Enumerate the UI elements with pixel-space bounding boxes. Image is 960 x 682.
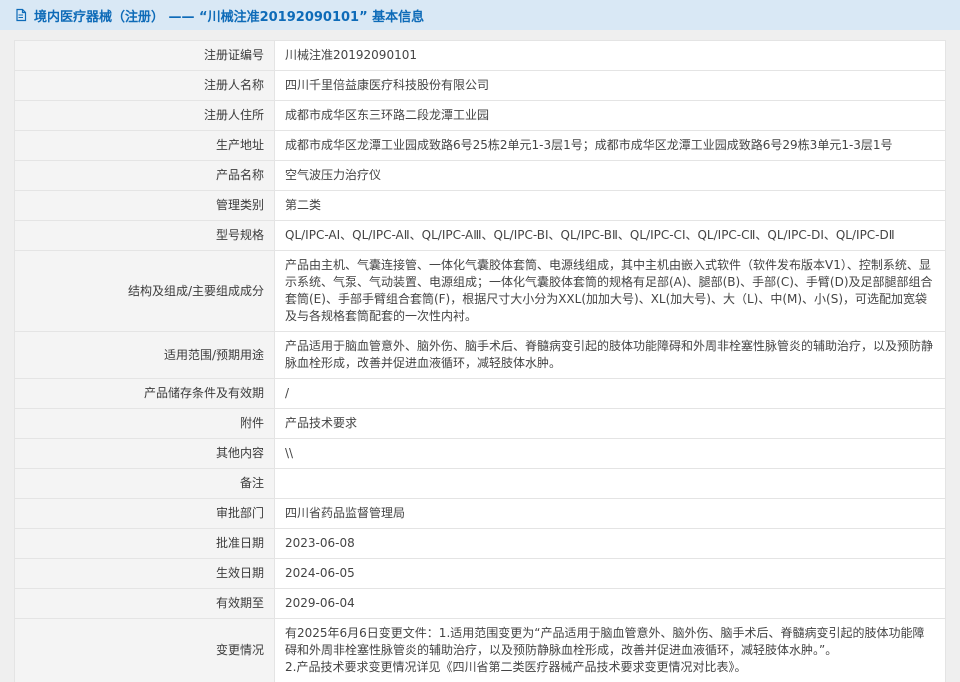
row-value: 成都市成华区龙潭工业园成致路6号25栋2单元1-3层1号；成都市成华区龙潭工业园… xyxy=(275,131,946,161)
row-label: 注册人住所 xyxy=(15,101,275,131)
row-value: QL/IPC-AⅠ、QL/IPC-AⅡ、QL/IPC-AⅢ、QL/IPC-BⅠ、… xyxy=(275,221,946,251)
table-row: 注册证编号川械注准20192090101 xyxy=(15,41,946,71)
row-value: 2024-06-05 xyxy=(275,559,946,589)
table-row: 备注 xyxy=(15,469,946,499)
row-label: 结构及组成/主要组成成分 xyxy=(15,251,275,332)
table-row: 管理类别第二类 xyxy=(15,191,946,221)
table-row: 审批部门四川省药品监督管理局 xyxy=(15,499,946,529)
row-label: 审批部门 xyxy=(15,499,275,529)
page-title: 境内医疗器械（注册） —— “川械注准20192090101” 基本信息 xyxy=(34,6,424,25)
row-value: 产品技术要求 xyxy=(275,409,946,439)
table-row: 产品储存条件及有效期/ xyxy=(15,379,946,409)
row-label: 管理类别 xyxy=(15,191,275,221)
row-label: 备注 xyxy=(15,469,275,499)
row-label: 批准日期 xyxy=(15,529,275,559)
table-row: 有效期至2029-06-04 xyxy=(15,589,946,619)
registration-info-table: 注册证编号川械注准20192090101注册人名称四川千里倍益康医疗科技股份有限… xyxy=(14,40,946,682)
table-row: 生产地址成都市成华区龙潭工业园成致路6号25栋2单元1-3层1号；成都市成华区龙… xyxy=(15,131,946,161)
table-row: 批准日期2023-06-08 xyxy=(15,529,946,559)
table-row: 适用范围/预期用途产品适用于脑血管意外、脑外伤、脑手术后、脊髓病变引起的肢体功能… xyxy=(15,332,946,379)
row-value xyxy=(275,469,946,499)
row-label: 有效期至 xyxy=(15,589,275,619)
row-value: 有2025年6月6日变更文件：1.适用范围变更为“产品适用于脑血管意外、脑外伤、… xyxy=(275,619,946,682)
row-label: 注册人名称 xyxy=(15,71,275,101)
row-value: 四川千里倍益康医疗科技股份有限公司 xyxy=(275,71,946,101)
row-value: 2029-06-04 xyxy=(275,589,946,619)
row-label: 其他内容 xyxy=(15,439,275,469)
page-header: 境内医疗器械（注册） —— “川械注准20192090101” 基本信息 xyxy=(0,0,960,30)
document-icon xyxy=(14,8,28,22)
row-label: 附件 xyxy=(15,409,275,439)
row-value: 2023-06-08 xyxy=(275,529,946,559)
row-value: \\ xyxy=(275,439,946,469)
table-row: 附件产品技术要求 xyxy=(15,409,946,439)
row-label: 型号规格 xyxy=(15,221,275,251)
table-row: 变更情况有2025年6月6日变更文件：1.适用范围变更为“产品适用于脑血管意外、… xyxy=(15,619,946,682)
table-row: 其他内容\\ xyxy=(15,439,946,469)
row-value: 四川省药品监督管理局 xyxy=(275,499,946,529)
row-value: / xyxy=(275,379,946,409)
table-row: 注册人名称四川千里倍益康医疗科技股份有限公司 xyxy=(15,71,946,101)
row-value: 空气波压力治疗仪 xyxy=(275,161,946,191)
table-row: 注册人住所成都市成华区东三环路二段龙潭工业园 xyxy=(15,101,946,131)
row-label: 变更情况 xyxy=(15,619,275,682)
row-value: 产品适用于脑血管意外、脑外伤、脑手术后、脊髓病变引起的肢体功能障碍和外周非栓塞性… xyxy=(275,332,946,379)
table-row: 结构及组成/主要组成成分产品由主机、气囊连接管、一体化气囊胶体套筒、电源线组成，… xyxy=(15,251,946,332)
row-label: 生产地址 xyxy=(15,131,275,161)
row-label: 适用范围/预期用途 xyxy=(15,332,275,379)
table-row: 产品名称空气波压力治疗仪 xyxy=(15,161,946,191)
row-value: 产品由主机、气囊连接管、一体化气囊胶体套筒、电源线组成，其中主机由嵌入式软件（软… xyxy=(275,251,946,332)
row-label: 生效日期 xyxy=(15,559,275,589)
row-label: 注册证编号 xyxy=(15,41,275,71)
table-row: 型号规格QL/IPC-AⅠ、QL/IPC-AⅡ、QL/IPC-AⅢ、QL/IPC… xyxy=(15,221,946,251)
row-value: 成都市成华区东三环路二段龙潭工业园 xyxy=(275,101,946,131)
table-row: 生效日期2024-06-05 xyxy=(15,559,946,589)
row-value: 川械注准20192090101 xyxy=(275,41,946,71)
row-label: 产品储存条件及有效期 xyxy=(15,379,275,409)
row-value: 第二类 xyxy=(275,191,946,221)
row-label: 产品名称 xyxy=(15,161,275,191)
